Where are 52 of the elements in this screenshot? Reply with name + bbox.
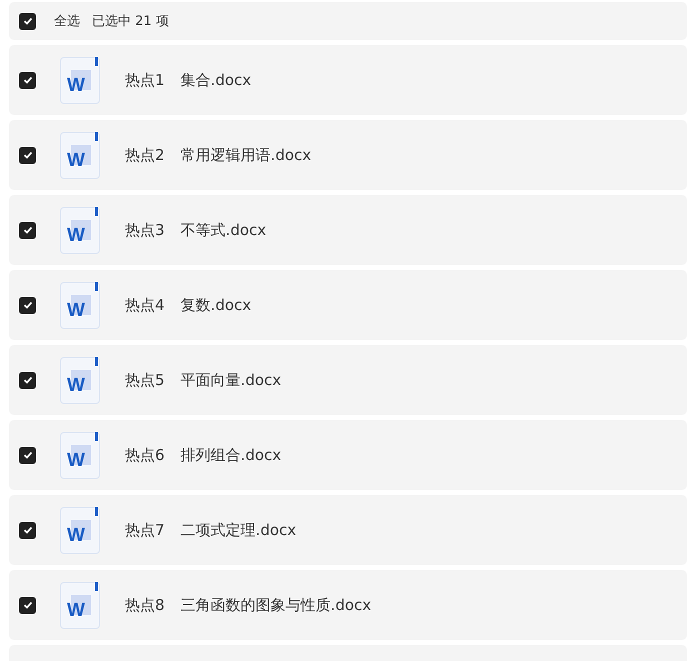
word-file-icon: W (60, 432, 100, 478)
file-name: 集合.docx (180, 70, 252, 90)
file-checkbox[interactable] (19, 596, 36, 614)
file-row[interactable]: W 热点3 不等式.docx (9, 195, 687, 265)
file-name: 复数.docx (180, 296, 252, 314)
file-name: 排列组合.docx (180, 446, 282, 464)
check-icon (22, 524, 34, 536)
file-prefix: 热点1 (125, 70, 165, 90)
select-all-checkbox[interactable] (19, 12, 36, 30)
file-checkbox[interactable] (19, 372, 36, 388)
file-prefix: 热点7 (125, 520, 165, 540)
check-icon (22, 374, 34, 386)
file-checkbox[interactable] (19, 522, 36, 538)
file-prefix: 热点5 (125, 370, 165, 390)
file-name: 常用逻辑用语.docx (180, 146, 312, 164)
word-file-icon: W (60, 506, 100, 554)
word-file-icon: W (60, 56, 100, 104)
file-checkbox[interactable] (19, 146, 36, 164)
select-all-label[interactable]: 全选 (54, 12, 80, 30)
file-prefix: 热点8 (125, 596, 165, 614)
file-row[interactable]: W 热点7 二项式定理.docx (9, 495, 687, 565)
file-checkbox[interactable] (19, 222, 36, 238)
file-name: 三角函数的图象与性质.docx (180, 596, 372, 614)
word-file-icon: W (60, 282, 100, 328)
check-icon (22, 299, 34, 311)
file-checkbox[interactable] (19, 446, 36, 464)
file-row[interactable]: W 热点8 三角函数的图象与性质.docx (9, 570, 687, 640)
file-prefix: 热点6 (125, 446, 165, 464)
file-name: 不等式.docx (180, 220, 266, 240)
word-file-icon: W (60, 206, 100, 254)
file-row[interactable]: W 热点4 复数.docx (9, 270, 687, 340)
file-name: 平面向量.docx (180, 370, 282, 390)
check-icon (22, 15, 34, 27)
check-icon (22, 74, 34, 86)
file-checkbox[interactable] (19, 72, 36, 88)
file-row[interactable]: W 热点1 集合.docx (9, 45, 687, 115)
check-icon (22, 224, 34, 236)
check-icon (22, 449, 34, 461)
file-prefix: 热点4 (125, 296, 165, 314)
file-checkbox[interactable] (19, 296, 36, 314)
file-row[interactable]: W 热点2 常用逻辑用语.docx (9, 120, 687, 190)
check-icon (22, 599, 34, 611)
file-prefix: 热点2 (125, 146, 165, 164)
selection-count: 已选中 21 项 (92, 13, 169, 30)
word-file-icon: W (60, 582, 100, 628)
word-file-icon: W (60, 132, 100, 178)
file-row[interactable]: W 热点6 排列组合.docx (9, 420, 687, 490)
word-file-icon: W (60, 356, 100, 404)
file-prefix: 热点3 (125, 220, 165, 240)
file-row[interactable]: W 热点5 平面向量.docx (9, 345, 687, 415)
file-name: 二项式定理.docx (180, 520, 296, 540)
check-icon (22, 149, 34, 161)
